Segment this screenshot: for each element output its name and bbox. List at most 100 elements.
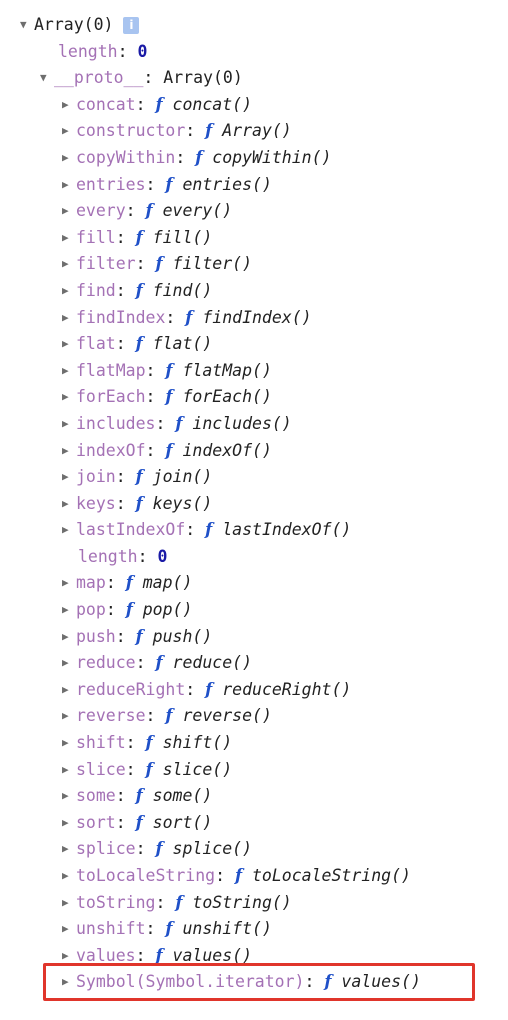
property-row[interactable]: ▶ keys: f keys() <box>0 491 508 518</box>
property-row[interactable]: ▶ map: f map() <box>0 570 508 597</box>
collapsed-triangle-icon[interactable]: ▶ <box>62 783 76 810</box>
collapsed-triangle-icon[interactable]: ▶ <box>62 677 76 704</box>
collapsed-triangle-icon[interactable]: ▶ <box>62 384 76 411</box>
collapsed-triangle-icon[interactable]: ▶ <box>62 624 76 651</box>
function-icon: f <box>234 866 243 885</box>
property-row[interactable]: ▶ push: f push() <box>0 624 508 651</box>
collapsed-triangle-icon[interactable]: ▶ <box>62 730 76 757</box>
function-name: values() <box>172 945 253 965</box>
function-name: splice() <box>172 839 253 859</box>
function-icon: f <box>155 945 163 965</box>
property-row[interactable]: ▶ some: f some() <box>0 783 508 810</box>
collapsed-triangle-icon[interactable]: ▶ <box>62 464 76 491</box>
property-row[interactable]: ▶ values: f values() <box>0 943 508 970</box>
property-row[interactable]: ▶ splice: f splice() <box>0 836 508 863</box>
collapsed-triangle-icon[interactable]: ▶ <box>62 810 76 837</box>
function-name: findIndex() <box>202 307 312 327</box>
collapsed-triangle-icon[interactable]: ▶ <box>62 836 76 863</box>
collapsed-triangle-icon[interactable]: ▶ <box>62 916 76 943</box>
collapsed-triangle-icon[interactable]: ▶ <box>62 890 76 917</box>
collapsed-triangle-icon[interactable]: ▶ <box>62 118 76 145</box>
property-key: findIndex <box>76 307 166 327</box>
property-row[interactable]: ▶ slice: f slice() <box>0 757 508 784</box>
function-name: includes() <box>192 413 292 433</box>
property-row[interactable]: ▶ every: f every() <box>0 198 508 225</box>
property-row[interactable]: ▶ unshift: f unshift() <box>0 916 508 943</box>
collapsed-triangle-icon[interactable]: ▶ <box>62 331 76 358</box>
function-name: copyWithin() <box>212 147 332 167</box>
collapsed-triangle-icon[interactable]: ▶ <box>62 757 76 784</box>
collapsed-triangle-icon[interactable]: ▶ <box>62 491 76 518</box>
property-row[interactable]: ▶ concat: f concat() <box>0 92 508 119</box>
property-row[interactable]: ▶ toString: f toString() <box>0 890 508 917</box>
function-icon: f <box>125 600 133 620</box>
property-row[interactable]: ▶ reduce: f reduce() <box>0 650 508 677</box>
property-row[interactable]: ▶ includes: f includes() <box>0 411 508 438</box>
collapsed-triangle-icon[interactable]: ▶ <box>62 863 76 890</box>
collapsed-triangle-icon[interactable]: ▶ <box>62 597 76 624</box>
array-root-row[interactable]: ▼ Array(0) i <box>0 12 508 39</box>
property-row[interactable]: ▶ constructor: f Array() <box>0 118 508 145</box>
collapsed-triangle-icon[interactable]: ▶ <box>62 145 76 172</box>
info-icon[interactable]: i <box>123 17 140 34</box>
property-row[interactable]: ▶ entries: f entries() <box>0 172 508 199</box>
property-key: push <box>76 626 116 646</box>
collapsed-triangle-icon[interactable]: ▶ <box>62 92 76 119</box>
property-row: length: 0 <box>78 546 168 566</box>
collapsed-triangle-icon[interactable]: ▶ <box>62 570 76 597</box>
proto-members: ▶ concat: f concat() ▶ constructor: f Array… <box>0 92 508 996</box>
expand-triangle-icon[interactable]: ▼ <box>20 12 34 39</box>
collapsed-triangle-icon[interactable]: ▶ <box>62 703 76 730</box>
collapsed-triangle-icon[interactable]: ▶ <box>62 943 76 970</box>
property-row[interactable]: ▶ shift: f shift() <box>0 730 508 757</box>
proto-row[interactable]: ▼ __proto__: Array(0) <box>0 65 508 92</box>
function-name: shift() <box>162 733 233 753</box>
expand-triangle-icon[interactable]: ▼ <box>40 65 54 92</box>
collapsed-triangle-icon[interactable]: ▶ <box>62 438 76 465</box>
property-key: reverse <box>76 706 146 726</box>
property-row[interactable]: ▶ flatMap: f flatMap() <box>0 358 508 385</box>
property-key: copyWithin <box>76 147 176 167</box>
collapsed-triangle-icon[interactable]: ▶ <box>62 225 76 252</box>
collapsed-triangle-icon[interactable]: ▶ <box>62 278 76 305</box>
function-icon: f <box>165 919 173 939</box>
function-name: forEach() <box>182 387 272 407</box>
function-name: sort() <box>152 812 213 832</box>
function-icon: f <box>165 440 173 460</box>
collapsed-triangle-icon[interactable]: ▶ <box>62 305 76 332</box>
property-row[interactable]: ▶ reduceRight: f reduceRight() <box>0 677 508 704</box>
collapsed-triangle-icon[interactable]: ▶ <box>62 251 76 278</box>
collapsed-triangle-icon[interactable]: ▶ <box>62 358 76 385</box>
property-row[interactable]: ▶ find: f find() <box>0 278 508 305</box>
property-row[interactable]: ▶ pop: f pop() <box>0 597 508 624</box>
function-name: indexOf() <box>182 440 272 460</box>
collapsed-triangle-icon[interactable]: ▶ <box>62 517 76 544</box>
function-name: slice() <box>162 759 233 779</box>
property-row[interactable]: ▶ copyWithin: f copyWithin() <box>0 145 508 172</box>
collapsed-triangle-icon[interactable]: ▶ <box>62 411 76 438</box>
property-key: lastIndexOf <box>76 520 186 540</box>
collapsed-triangle-icon[interactable]: ▶ <box>62 650 76 677</box>
property-key: concat <box>76 94 136 114</box>
property-row[interactable]: ▶ join: f join() <box>0 464 508 491</box>
collapsed-triangle-icon[interactable]: ▶ <box>62 172 76 199</box>
property-row[interactable]: ▶ findIndex: f findIndex() <box>0 305 508 332</box>
collapsed-triangle-icon[interactable]: ▶ <box>62 198 76 225</box>
property-row[interactable]: ▶ flat: f flat() <box>0 331 508 358</box>
property-row[interactable]: ▶ sort: f sort() <box>0 810 508 837</box>
property-key: flat <box>76 334 116 354</box>
function-icon: f <box>205 520 213 540</box>
property-key: unshift <box>76 919 146 939</box>
highlighted-property-row[interactable]: ▶ Symbol(Symbol.iterator): f values() <box>0 969 508 996</box>
property-row[interactable]: ▶ lastIndexOf: f lastIndexOf() <box>0 517 508 544</box>
property-row[interactable]: ▶ fill: f fill() <box>0 225 508 252</box>
property-row[interactable]: ▶ toLocaleString: f toLocaleString() <box>0 863 508 890</box>
collapsed-triangle-icon[interactable]: ▶ <box>62 969 76 996</box>
function-icon: f <box>155 94 163 114</box>
property-row[interactable]: ▶ filter: f filter() <box>0 251 508 278</box>
property-key: forEach <box>76 387 146 407</box>
property-row[interactable]: ▶ forEach: f forEach() <box>0 384 508 411</box>
property-key: sort <box>76 812 116 832</box>
property-row[interactable]: ▶ reverse: f reverse() <box>0 703 508 730</box>
property-row[interactable]: ▶ indexOf: f indexOf() <box>0 438 508 465</box>
